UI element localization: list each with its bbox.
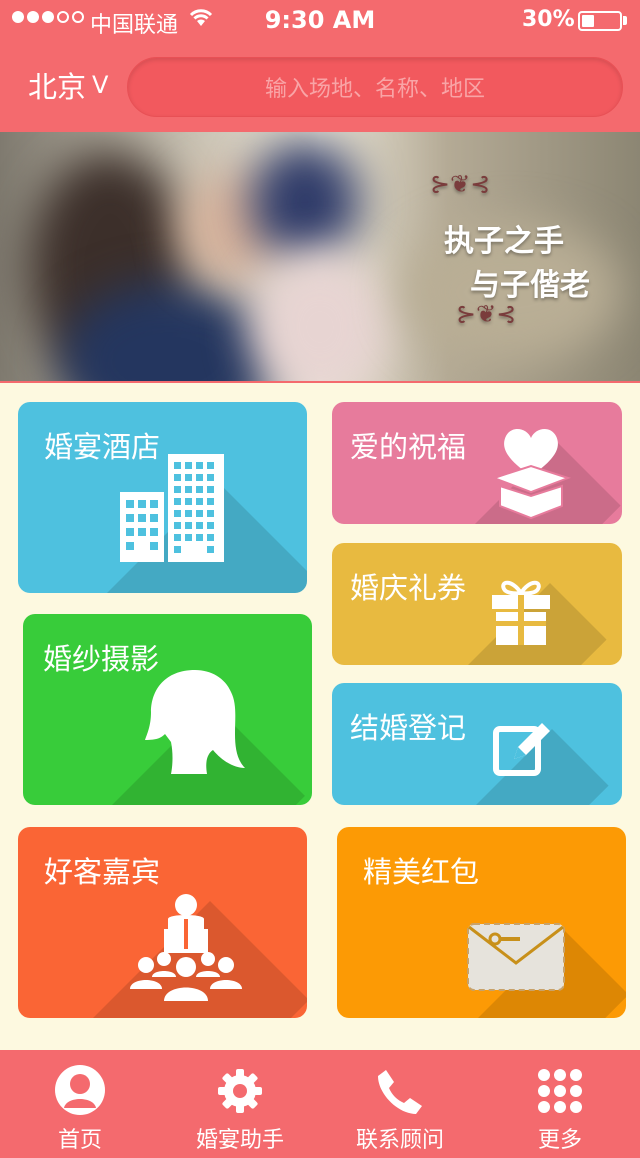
tile-wedding-coupon[interactable]: 婚庆礼券	[332, 543, 622, 665]
hero-banner[interactable]: ⊱❦⊰ 执子之手 与子偕老 ⊱❦⊰	[0, 132, 640, 382]
battery-percentage: 30%	[522, 7, 575, 32]
ornament-top-icon: ⊱❦⊰	[430, 170, 491, 198]
nav-home[interactable]: 首页	[0, 1050, 160, 1158]
bottom-navigation: 首页 婚宴助手 联系顾问 更多	[0, 1050, 640, 1158]
grid-dots-icon	[538, 1069, 582, 1113]
tile-label: 精美红包	[363, 855, 480, 889]
nav-label: 婚宴助手	[195, 1128, 284, 1153]
phone-icon	[378, 1070, 422, 1114]
city-name: 北京	[28, 70, 87, 104]
banner-slogan: ⊱❦⊰ 执子之手 与子偕老 ⊱❦⊰	[418, 170, 618, 352]
nav-label: 联系顾问	[355, 1128, 444, 1153]
city-selector[interactable]: 北京 V	[28, 64, 108, 106]
nav-contact-advisor[interactable]: 联系顾问	[320, 1050, 480, 1158]
nav-label: 首页	[57, 1128, 102, 1153]
banner-line-1: 执子之手	[444, 224, 564, 259]
tile-wedding-hotel[interactable]: 婚宴酒店	[18, 402, 307, 593]
nav-banquet-assistant[interactable]: 婚宴助手	[160, 1050, 320, 1158]
tile-guests[interactable]: 好客嘉宾	[18, 827, 307, 1018]
woman-head-icon	[145, 670, 245, 774]
person-icon	[55, 1065, 105, 1115]
battery-icon	[578, 11, 622, 31]
heart-gift-box-icon	[490, 429, 572, 520]
tile-label: 结婚登记	[350, 711, 467, 745]
search-input[interactable]: 输入场地、名称、地区	[127, 57, 623, 117]
battery-tip	[623, 16, 627, 25]
status-bar: 中国联通 9:30 AM 30%	[0, 0, 640, 40]
gear-icon	[218, 1069, 262, 1113]
nav-label: 更多	[537, 1128, 582, 1153]
banner-divider	[0, 381, 640, 383]
hotel-buildings-icon	[120, 454, 224, 562]
tile-blessing[interactable]: 爱的祝福	[332, 402, 622, 524]
tile-label: 婚纱摄影	[43, 642, 160, 676]
tile-label: 好客嘉宾	[44, 855, 161, 889]
speaker-audience-icon	[130, 894, 242, 1001]
chevron-down-icon: V	[92, 71, 109, 99]
nav-more[interactable]: 更多	[480, 1050, 640, 1158]
gift-icon	[492, 580, 550, 645]
tile-marriage-registration[interactable]: 结婚登记	[332, 683, 622, 805]
tile-label: 婚庆礼券	[350, 571, 467, 605]
tile-wedding-photo[interactable]: 婚纱摄影	[23, 614, 312, 805]
envelope-icon	[467, 923, 565, 991]
top-header: 中国联通 9:30 AM 30% 北京 V 输入场地、名称、地区	[0, 0, 640, 132]
edit-form-icon	[493, 723, 550, 776]
tile-label: 爱的祝福	[350, 430, 467, 464]
banner-line-2: 与子偕老	[470, 268, 590, 303]
search-placeholder: 输入场地、名称、地区	[264, 77, 485, 102]
tile-red-envelope[interactable]: 精美红包	[337, 827, 626, 1018]
ornament-bottom-icon: ⊱❦⊰	[456, 300, 517, 328]
